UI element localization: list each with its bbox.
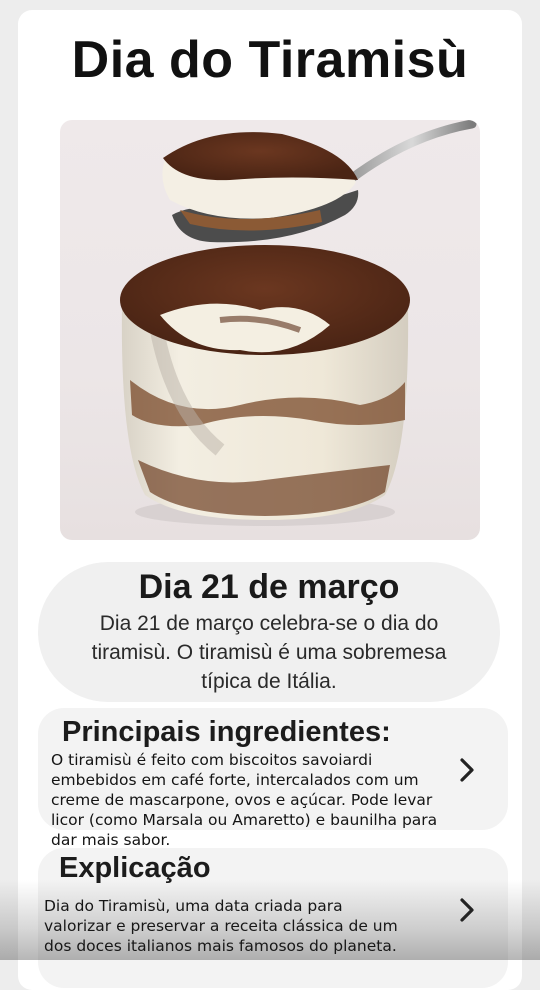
chevron-right-icon[interactable]	[456, 896, 478, 924]
explanation-text: Dia do Tiramisù, uma data criada para va…	[44, 897, 398, 955]
explanation-card[interactable]: Explicação Dia do Tiramisù, uma data cri…	[38, 848, 508, 988]
ingredients-heading: Principais ingredientes:	[62, 716, 391, 748]
tiramisu-image	[60, 120, 480, 540]
page-title: Dia do Tiramisù	[71, 31, 469, 89]
date-heading: Dia 21 de março	[138, 568, 400, 606]
ingredients-card[interactable]: Principais ingredientes: O tiramisù é fe…	[38, 708, 508, 849]
ingredients-text: O tiramisù é feito com biscoitos savoiar…	[51, 751, 438, 849]
date-description: Dia 21 de março celebra-se o dia do tira…	[91, 612, 447, 693]
explanation-heading: Explicação	[59, 852, 211, 884]
date-card: Dia 21 de março Dia 21 de março celebra-…	[38, 562, 500, 702]
chevron-right-icon[interactable]	[456, 756, 478, 784]
